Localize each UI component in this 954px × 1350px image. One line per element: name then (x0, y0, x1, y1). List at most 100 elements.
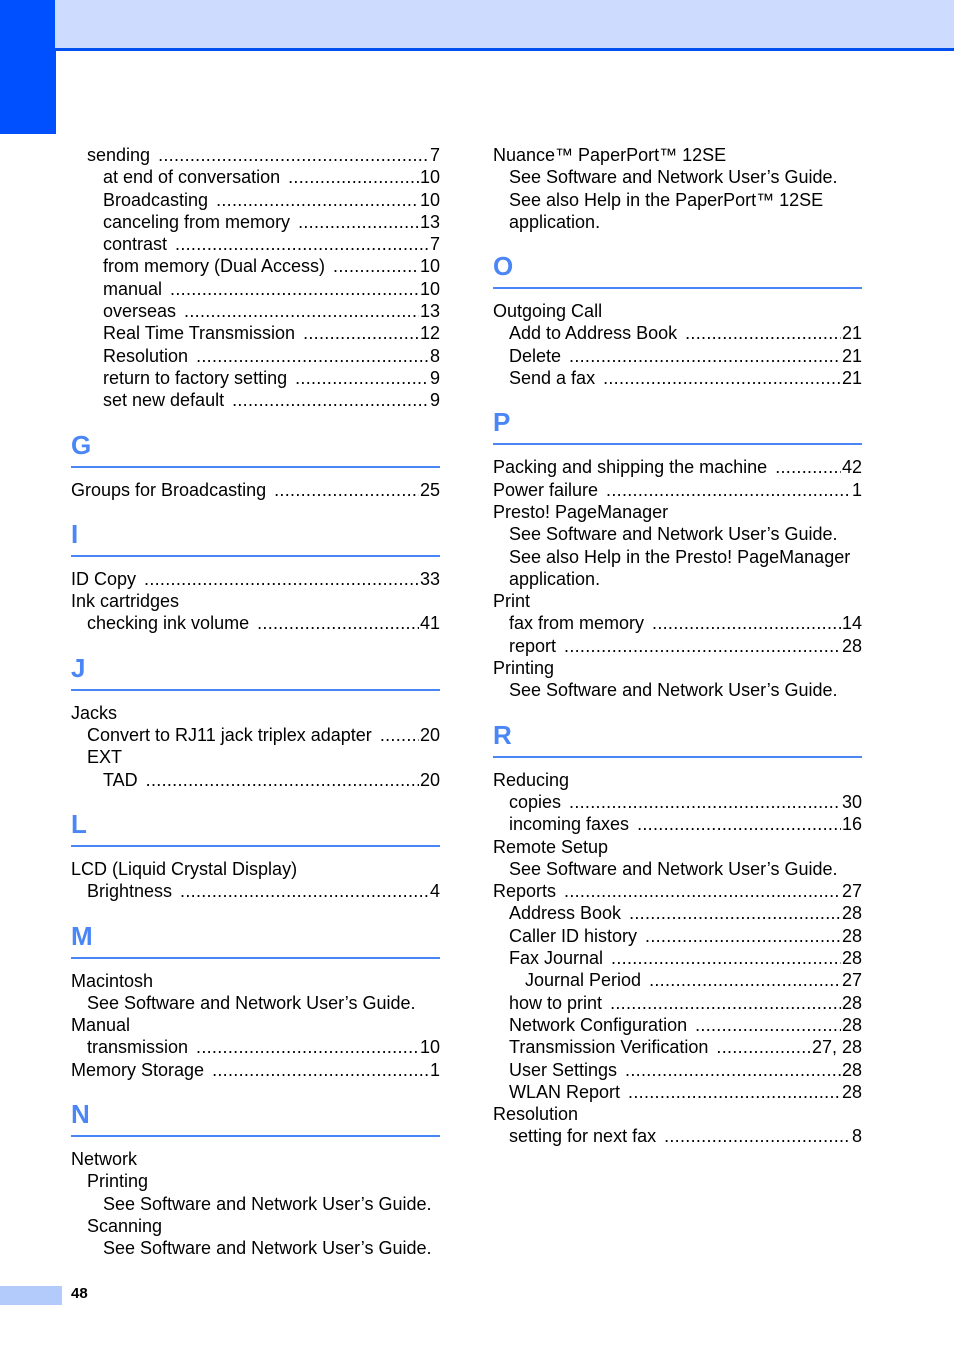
index-page-ref[interactable]: 41 (420, 612, 440, 634)
index-page-ref[interactable]: 21 (842, 322, 862, 344)
index-page-ref[interactable]: 10 (420, 1036, 440, 1058)
index-page-ref[interactable]: 13 (420, 211, 440, 233)
index-page-ref[interactable]: 28 (842, 992, 862, 1014)
index-page-ref[interactable]: 12 (420, 322, 440, 344)
index-page-ref[interactable]: 28 (842, 902, 862, 924)
section-letter: M (71, 920, 93, 951)
dot-leader (333, 255, 419, 277)
index-term: See Software and Network User’s Guide. (509, 680, 838, 701)
index-page-ref[interactable]: 28 (842, 925, 862, 947)
index-term: Network (71, 1149, 138, 1170)
index-section: OOutgoing CallAdd to Address Book21Delet… (493, 247, 862, 389)
index-page-ref[interactable]: 20 (420, 724, 440, 746)
index-entry: Outgoing Call (493, 300, 862, 322)
index-term: Groups for Broadcasting (71, 479, 267, 500)
index-page-ref[interactable]: 10 (420, 278, 440, 300)
index-entry: Presto! PageManager (493, 501, 862, 523)
index-page-ref[interactable]: 42 (842, 456, 862, 478)
dot-leader (232, 389, 429, 411)
index-page-ref[interactable]: 1 (852, 479, 862, 501)
index-page-ref[interactable]: 28 (842, 947, 862, 969)
index-entry: Add to Address Book 21 (493, 322, 862, 344)
index-entry: Macintosh (71, 970, 440, 992)
dot-leader (606, 479, 851, 501)
dot-leader (170, 278, 419, 300)
index-term: Send a fax (509, 368, 596, 389)
header-rule (55, 48, 954, 51)
index-page-ref[interactable]: 10 (420, 189, 440, 211)
dot-leader (625, 1059, 841, 1081)
section-rule (493, 755, 862, 758)
index-page-ref[interactable]: 21 (842, 367, 862, 389)
index-entry: Scanning (71, 1215, 440, 1237)
index-section: R Reducingcopies 30 incoming faxes 16 Remote … (493, 716, 862, 1148)
section-letter: L (71, 808, 87, 839)
dot-leader (649, 969, 841, 991)
index-entry: LCD (Liquid Crystal Display) (71, 858, 440, 880)
index-page-ref[interactable]: 1 (430, 1059, 440, 1081)
index-section: PPacking and shipping the machine42Power… (493, 403, 862, 701)
index-page-ref[interactable]: 33 (420, 568, 440, 590)
index-term: Nuance™ PaperPort™ 12SE (493, 145, 727, 165)
index-entry: See Software and Network User’s Guide. (71, 1237, 440, 1259)
index-page-ref[interactable]: 9 (430, 389, 440, 411)
index-term: Journal Period (525, 970, 642, 991)
index-page-ref[interactable]: 4 (430, 880, 440, 902)
index-term: ID Copy (71, 568, 137, 589)
index-entry: sending 7 (71, 144, 440, 166)
index-section: G Groups for Broadcasting 25 (71, 426, 440, 501)
index-page-ref[interactable]: 7 (430, 144, 440, 166)
dot-leader (652, 612, 841, 634)
section-rule (71, 956, 440, 959)
index-term: manual (103, 278, 163, 299)
index-page-ref[interactable]: 9 (430, 367, 440, 389)
index-page-ref[interactable]: 7 (430, 233, 440, 255)
index-entry: setting for next fax 8 (493, 1125, 862, 1147)
index-term: TAD (103, 769, 138, 790)
dot-leader (175, 233, 429, 255)
index-page-ref[interactable]: 10 (420, 255, 440, 277)
index-page-ref[interactable]: 8 (430, 345, 440, 367)
index-page-ref[interactable]: 27, 28 (812, 1036, 862, 1058)
footer-tab (0, 1286, 62, 1305)
section-rule (493, 443, 862, 446)
dot-leader (569, 345, 841, 367)
index-term: Network Configuration (509, 1014, 688, 1035)
dot-leader (257, 612, 419, 634)
index-term: Add to Address Book (509, 323, 678, 344)
index-term: Broadcasting (103, 189, 209, 210)
index-entry: manual 10 (71, 278, 440, 300)
index-page-ref[interactable]: 8 (852, 1125, 862, 1147)
index-page-ref[interactable]: 16 (842, 813, 862, 835)
dot-leader (603, 367, 841, 389)
index-term: set new default (103, 390, 225, 411)
index-term: fax from memory (509, 613, 645, 634)
index-page-ref[interactable]: 14 (842, 612, 862, 634)
index-page-ref[interactable]: 21 (842, 345, 862, 367)
index-page-ref[interactable]: 13 (420, 300, 440, 322)
dot-leader (184, 300, 419, 322)
index-page-ref[interactable]: 28 (842, 1014, 862, 1036)
index-page-ref[interactable]: 27 (842, 880, 862, 902)
index-page-ref[interactable]: 27 (842, 969, 862, 991)
index-page-ref[interactable]: 30 (842, 791, 862, 813)
index-entry: Network (71, 1148, 440, 1170)
index-term: transmission (87, 1037, 189, 1058)
index-page-ref[interactable]: 28 (842, 635, 862, 657)
index-page-ref[interactable]: 25 (420, 479, 440, 501)
section-letter: N (71, 1099, 90, 1130)
index-page-ref[interactable]: 28 (842, 1059, 862, 1081)
index-term: contrast (103, 234, 168, 255)
index-entry: Packing and shipping the machine 42 (493, 456, 862, 478)
section-rule (71, 844, 440, 847)
index-page-ref[interactable]: 20 (420, 769, 440, 791)
section-letter: R (493, 719, 512, 750)
index-term: Caller ID history (509, 925, 638, 946)
index-section: J Jacks Convert to RJ11 jack triplex adapt… (71, 649, 440, 791)
index-page-ref[interactable]: 28 (842, 1081, 862, 1103)
index-page-ref[interactable]: 10 (420, 166, 440, 188)
index-term: Printing (493, 658, 555, 679)
index-term: Packing and shipping the machine (493, 457, 768, 478)
dot-leader (196, 1036, 419, 1058)
index-entry: See Software and Network User’s Guide. (493, 858, 862, 880)
